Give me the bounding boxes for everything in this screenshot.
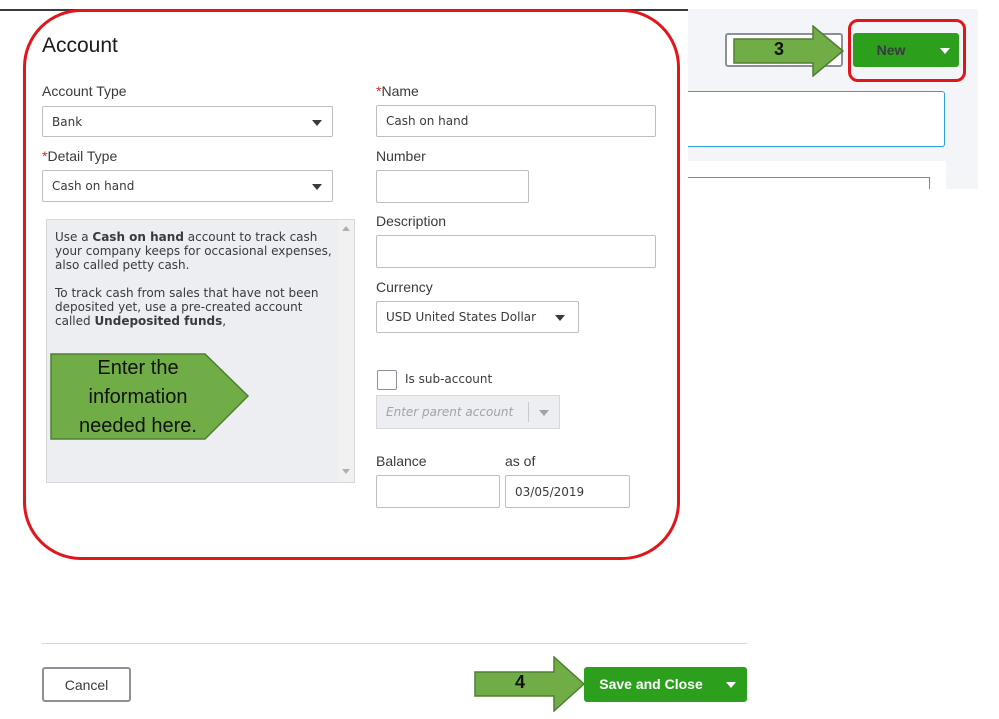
currency-value: USD United States Dollar	[386, 310, 537, 324]
dropdown-caret-icon	[312, 120, 322, 126]
sub-account-checkbox[interactable]	[377, 370, 397, 390]
number-input[interactable]	[376, 170, 529, 203]
save-and-close-label: Save and Close	[599, 676, 703, 692]
detail-type-label: *Detail Type	[42, 148, 117, 164]
background-field-1	[688, 91, 945, 147]
dropdown-caret-icon	[539, 410, 549, 416]
select-divider	[528, 402, 529, 422]
background-field-2	[688, 177, 930, 189]
save-and-close-button[interactable]: Save and Close	[584, 667, 747, 702]
help-text-part: Use a	[55, 230, 93, 244]
callout-line: information	[88, 386, 188, 408]
detail-type-help: Use a Cash on hand account to track cash…	[46, 219, 355, 483]
enter-info-text: Enter the information needed here.	[50, 354, 226, 441]
step-4-label: 4	[514, 672, 525, 692]
name-label: *Name	[376, 83, 419, 99]
sub-account-label: Is sub-account	[405, 372, 493, 386]
cancel-button[interactable]: Cancel	[42, 667, 131, 702]
parent-account-placeholder: Enter parent account	[386, 405, 514, 419]
account-type-value: Bank	[52, 114, 83, 129]
number-label: Number	[376, 148, 426, 164]
dropdown-caret-icon	[555, 315, 565, 321]
account-type-label: Account Type	[42, 83, 127, 99]
step-3-label: 3	[773, 39, 784, 59]
help-text-part: ,	[222, 314, 227, 328]
footer-divider	[42, 643, 747, 644]
balance-input[interactable]	[376, 475, 500, 508]
chevron-down-icon[interactable]	[726, 682, 736, 688]
step-3-arrow-callout: 3	[733, 25, 845, 77]
help-text-bold: Undeposited funds	[94, 314, 223, 328]
enter-info-arrow-callout: Enter the information needed here.	[50, 353, 250, 440]
detail-type-value: Cash on hand	[52, 179, 135, 193]
scroll-down-icon[interactable]	[342, 469, 350, 474]
as-of-value: 03/05/2019	[515, 484, 585, 499]
detail-type-label-text: Detail Type	[47, 148, 118, 164]
detail-type-select[interactable]: Cash on hand	[42, 170, 333, 202]
callout-line: needed here.	[79, 415, 197, 437]
account-type-select[interactable]: Bank	[42, 106, 333, 137]
dropdown-caret-icon	[312, 184, 322, 190]
page-title: Account	[42, 34, 118, 57]
name-label-text: Name	[381, 83, 419, 99]
name-input[interactable]: Cash on hand	[376, 105, 656, 137]
description-label: Description	[376, 213, 447, 229]
currency-select[interactable]: USD United States Dollar	[376, 301, 579, 333]
scroll-up-icon[interactable]	[342, 226, 350, 231]
as-of-date-input[interactable]: 03/05/2019	[505, 475, 630, 508]
parent-account-select[interactable]: Enter parent account	[376, 395, 560, 429]
help-scrollbar[interactable]	[338, 220, 354, 482]
description-input[interactable]	[376, 235, 656, 268]
help-text-bold: Cash on hand	[92, 230, 184, 244]
as-of-label: as of	[505, 453, 536, 469]
name-value: Cash on hand	[386, 114, 469, 128]
currency-label: Currency	[376, 279, 433, 295]
help-text: Use a Cash on hand account to track cash…	[55, 230, 338, 342]
balance-label: Balance	[376, 453, 427, 469]
step-4-arrow-callout: 4	[474, 656, 586, 712]
new-button-highlight	[848, 19, 966, 82]
callout-line: Enter the	[97, 357, 179, 379]
